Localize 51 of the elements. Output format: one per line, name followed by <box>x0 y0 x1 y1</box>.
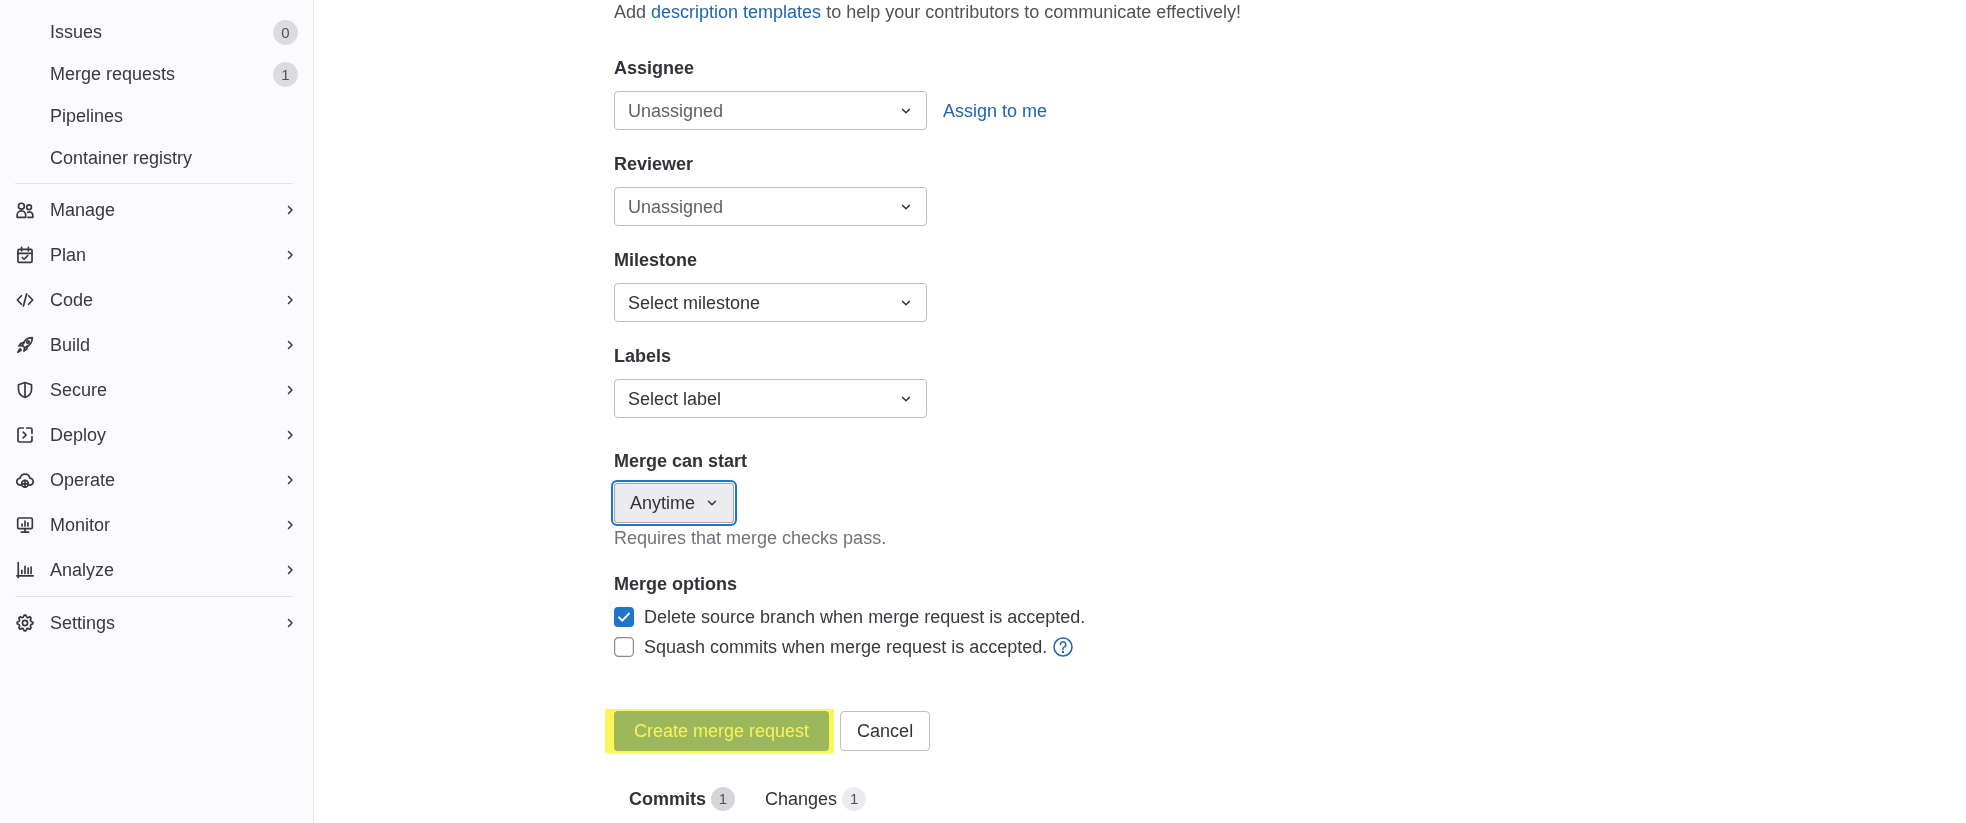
sidebar-item[interactable]: Pipelines <box>8 95 305 137</box>
sidebar-item[interactable]: Container registry <box>8 137 305 179</box>
templates-link[interactable]: description templates <box>651 2 822 22</box>
count-badge: 1 <box>842 787 867 811</box>
chart-icon <box>16 560 34 579</box>
help-text: Requires that merge checks pass. <box>614 527 887 550</box>
sidebar-item[interactable]: Analyze <box>8 547 305 592</box>
sidebar-item[interactable]: Code <box>8 277 305 322</box>
cancel-button[interactable]: Cancel <box>840 711 931 751</box>
tab[interactable]: Commits 1 <box>614 776 750 822</box>
dropdown-button[interactable]: Anytime <box>611 480 738 526</box>
field-label: Labels <box>614 345 672 368</box>
code-icon <box>16 290 34 309</box>
field-label: Assignee <box>614 57 695 80</box>
checkbox[interactable] <box>614 637 634 657</box>
monitor-icon <box>16 515 34 534</box>
settings-icon <box>16 613 34 632</box>
dropdown-field[interactable]: Select milestone <box>614 283 927 322</box>
checkbox-label: Squash commits when merge request is accepted. <box>644 636 1048 659</box>
sidebar-item[interactable]: Settings <box>8 600 305 645</box>
assign-link[interactable]: Assign to me <box>943 98 1048 123</box>
help-icon[interactable] <box>1053 637 1074 657</box>
sidebar-item[interactable]: Build <box>8 322 305 367</box>
calendar-icon <box>16 245 34 264</box>
sidebar-item[interactable]: Operate <box>8 457 305 502</box>
count-badge: 1 <box>273 61 298 87</box>
cloud-icon <box>16 470 34 489</box>
rocket-icon <box>16 335 34 354</box>
intro-text: Add description templates to help your contributors to communicate effectively! <box>614 1 1242 24</box>
sidebar-item[interactable]: Issues 0 <box>8 11 305 53</box>
square-arrow-icon <box>16 425 34 444</box>
sidebar-item[interactable]: Monitor <box>8 502 305 547</box>
shield-icon <box>16 380 34 399</box>
sidebar-item[interactable]: Plan <box>8 232 305 277</box>
field-label: Milestone <box>614 249 697 272</box>
checkbox-label: Delete source branch when merge request is accepted. <box>644 606 1086 629</box>
field-label: Merge options <box>614 573 737 596</box>
dropdown-field[interactable]: Unassigned <box>614 187 927 226</box>
field-label: Merge can start <box>614 450 748 473</box>
field-label: Reviewer <box>614 153 694 176</box>
users-icon <box>16 200 34 219</box>
checkbox[interactable] <box>614 607 634 627</box>
count-badge: 1 <box>711 787 735 811</box>
sidebar-item[interactable]: Deploy <box>8 412 305 457</box>
dropdown-field[interactable]: Select label <box>614 379 927 418</box>
dropdown-field[interactable]: Unassigned <box>614 91 927 130</box>
sidebar-item[interactable]: Secure <box>8 367 305 412</box>
tab[interactable]: Changes 1 <box>750 776 882 822</box>
sidebar-item[interactable]: Merge requests 1 <box>8 53 305 95</box>
sidebar-item[interactable]: Manage <box>8 187 305 232</box>
count-badge: 0 <box>273 19 298 45</box>
